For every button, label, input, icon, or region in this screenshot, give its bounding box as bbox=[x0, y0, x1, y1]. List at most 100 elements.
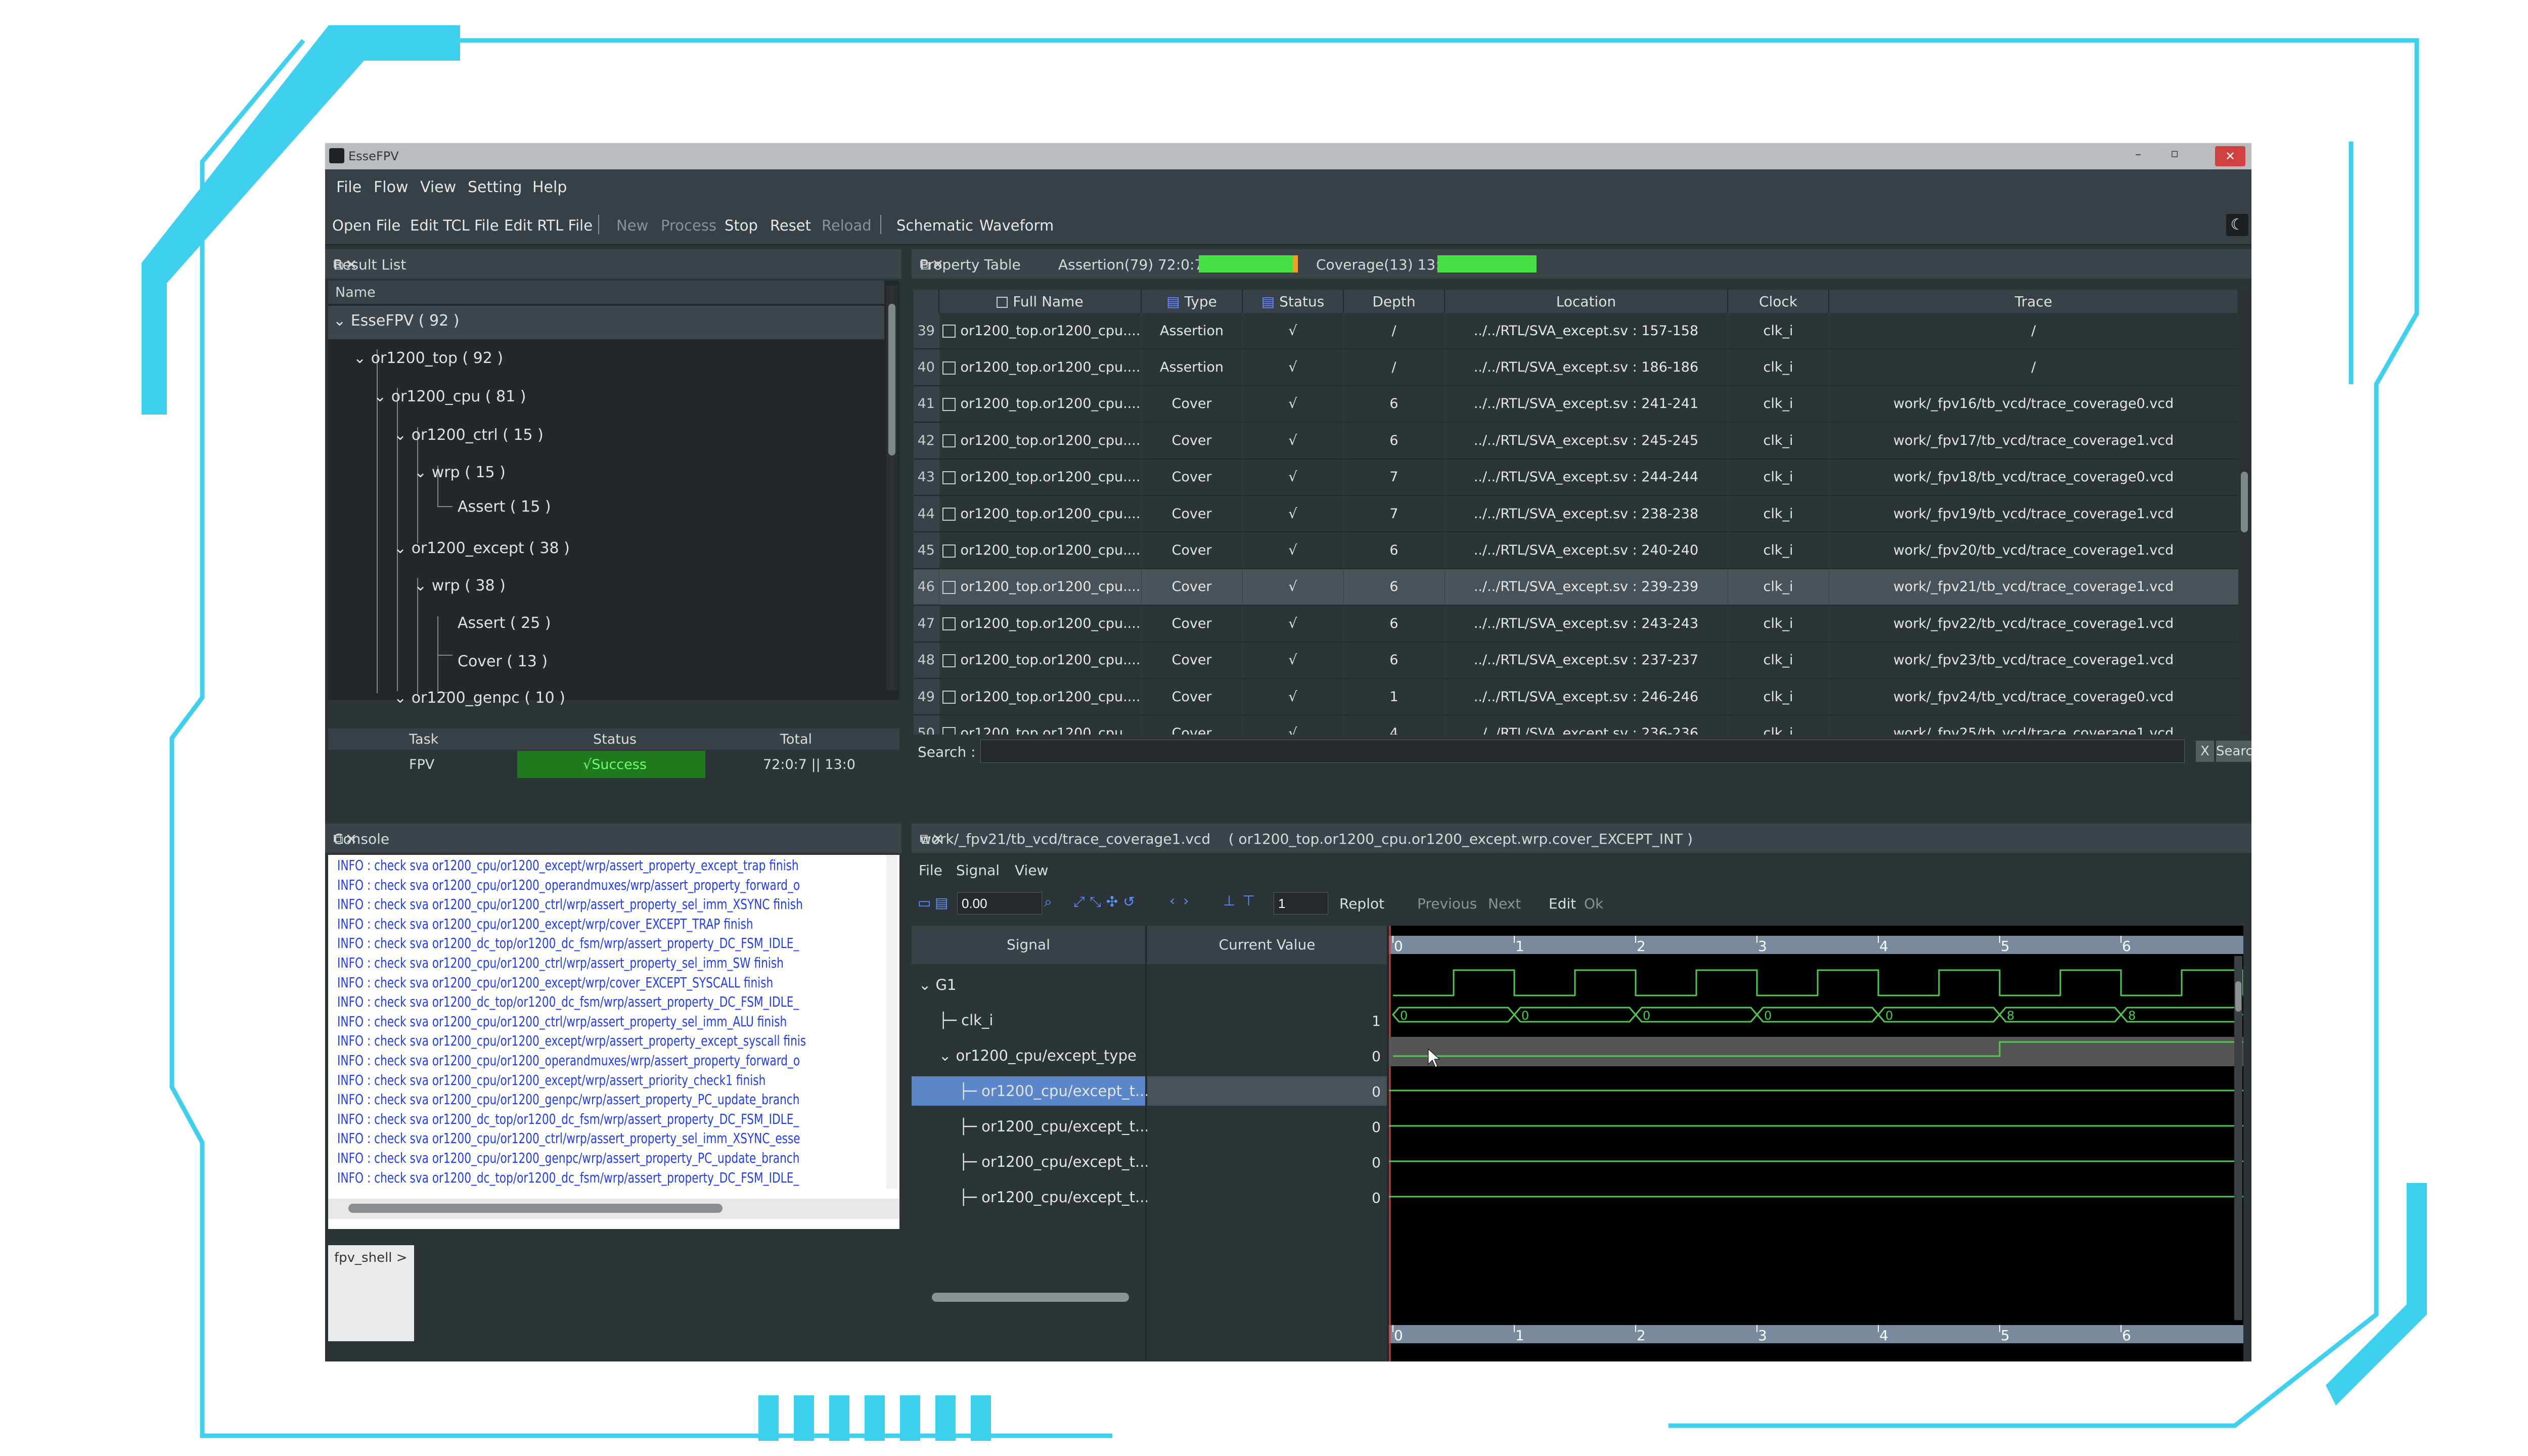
open-file-button[interactable]: Open File bbox=[332, 217, 400, 234]
chevron-down-icon[interactable]: ⌄ bbox=[919, 976, 931, 993]
type-header[interactable]: ▤ Type bbox=[1141, 290, 1243, 313]
tree-node[interactable]: ⌄ or1200_top ( 92 ) bbox=[353, 349, 503, 367]
filter-icon[interactable]: ▤ bbox=[1166, 293, 1180, 310]
signal-item[interactable]: ⌄ or1200_cpu/except_type bbox=[939, 1047, 1137, 1064]
console-scrollbar-h[interactable] bbox=[328, 1199, 899, 1219]
property-row[interactable]: 50 or1200_top.or1200_cpu.... Cover √ 4 ../../… bbox=[914, 715, 2238, 735]
property-row[interactable]: 42 or1200_top.or1200_cpu.... Cover √ 6 ../../… bbox=[914, 422, 2238, 460]
tree-node[interactable]: Assert ( 15 ) bbox=[458, 498, 551, 516]
tree-node[interactable]: ⌄ or1200_except ( 38 ) bbox=[394, 539, 570, 557]
signal-item[interactable]: ├─ or1200_cpu/except_t... bbox=[959, 1118, 1149, 1135]
checkbox-icon[interactable] bbox=[942, 397, 956, 411]
clock-header[interactable]: Clock bbox=[1728, 290, 1829, 313]
signal-item[interactable]: ├─ clk_i bbox=[939, 1012, 994, 1029]
signal-item[interactable]: ├─ or1200_cpu/except_t... bbox=[959, 1153, 1149, 1170]
depth-header[interactable]: Depth bbox=[1343, 290, 1445, 313]
chevron-down-icon[interactable]: ⌄ bbox=[394, 689, 407, 707]
chevron-down-icon[interactable]: ⌄ bbox=[414, 464, 427, 481]
property-row[interactable]: 39 or1200_top.or1200_cpu.... Assertion √ /..… bbox=[914, 313, 2238, 350]
signal-item[interactable]: ├─ or1200_cpu/except_t... bbox=[959, 1082, 1149, 1100]
signal-item[interactable]: ├─ or1200_cpu/except_t... bbox=[959, 1189, 1149, 1206]
wave-view[interactable]: 0 0 1 1 2 2 3 3 4 4 5 5 6 6 0 0 0 0 0 8 8 bbox=[1389, 926, 2243, 1361]
edit-tcl-file-button[interactable]: Edit TCL File bbox=[410, 217, 499, 234]
signal-scrollbar[interactable] bbox=[922, 1290, 1134, 1305]
tree-scroll-thumb[interactable] bbox=[888, 304, 895, 456]
property-row[interactable]: 49 or1200_top.or1200_cpu.... Cover √ 1 ../../… bbox=[914, 678, 2238, 716]
menu-flow[interactable]: Flow bbox=[374, 178, 408, 196]
property-table-scrollbar[interactable] bbox=[2239, 290, 2249, 735]
search-clear-button[interactable]: X bbox=[2196, 741, 2214, 762]
waveform-button[interactable]: Waveform bbox=[979, 217, 1054, 234]
time-input[interactable] bbox=[957, 892, 1042, 915]
previous-button[interactable]: Previous bbox=[1417, 895, 1477, 912]
console-scrollbar-v[interactable] bbox=[886, 855, 897, 1189]
close-button[interactable]: ✕ bbox=[2215, 146, 2245, 166]
tree-node[interactable]: ⌄ wrp ( 38 ) bbox=[414, 577, 506, 595]
signal-item[interactable]: ⌄ G1 bbox=[919, 976, 956, 993]
checkbox-icon[interactable] bbox=[942, 544, 956, 558]
checkbox-icon[interactable] bbox=[997, 296, 1008, 308]
reload-button[interactable]: Reload bbox=[822, 217, 872, 234]
tree-node[interactable]: ⌄ or1200_genpc ( 10 ) bbox=[394, 689, 565, 707]
property-row[interactable]: 46 or1200_top.or1200_cpu.... Cover √ 6 ../../… bbox=[914, 568, 2238, 606]
checkbox-icon[interactable] bbox=[942, 727, 956, 735]
tree-node[interactable]: ⌄ wrp ( 15 ) bbox=[414, 464, 506, 481]
chevron-down-icon[interactable]: ⌄ bbox=[939, 1047, 951, 1064]
location-header[interactable]: Location bbox=[1444, 290, 1728, 313]
chevron-down-icon[interactable]: ⌄ bbox=[394, 539, 407, 557]
checkbox-icon[interactable] bbox=[942, 617, 956, 631]
edit-rtl-file-button[interactable]: Edit RTL File bbox=[504, 217, 593, 234]
wave-menu-file[interactable]: File bbox=[919, 862, 942, 879]
dock-buttons-icon[interactable]: ⧉✕ bbox=[333, 256, 896, 274]
checkbox-icon[interactable] bbox=[942, 691, 956, 704]
cursor-tools-icon[interactable]: ⤢⤡✣↺ bbox=[1073, 893, 1140, 911]
property-row[interactable]: 43 or1200_top.or1200_cpu.... Cover √ 7 ../../… bbox=[914, 459, 2238, 496]
chevron-down-icon[interactable]: ⌄ bbox=[414, 577, 427, 595]
menu-view[interactable]: View bbox=[420, 178, 456, 196]
edit-button[interactable]: Edit bbox=[1549, 895, 1576, 912]
checkbox-icon[interactable] bbox=[942, 325, 956, 338]
property-row[interactable]: 40 or1200_top.or1200_cpu.... Assertion √ /..… bbox=[914, 349, 2238, 386]
dock-buttons-icon[interactable]: ⧉✕ bbox=[920, 831, 2246, 848]
chevron-down-icon[interactable]: ⌄ bbox=[394, 426, 407, 444]
tree-node[interactable]: ⌄ or1200_ctrl ( 15 ) bbox=[394, 426, 544, 444]
chevron-down-icon[interactable]: ⌄ bbox=[374, 388, 386, 405]
wave-menu-view[interactable]: View bbox=[1015, 862, 1048, 879]
replot-button[interactable]: Replot bbox=[1339, 895, 1384, 912]
wave-canvas[interactable]: 0 0 1 1 2 2 3 3 4 4 5 5 6 6 0 0 0 0 0 8 8 bbox=[1389, 926, 2243, 1361]
save-icon[interactable]: ▤ bbox=[935, 894, 948, 911]
menu-setting[interactable]: Setting bbox=[468, 178, 522, 196]
tree-node[interactable]: ⌄ or1200_cpu ( 81 ) bbox=[374, 388, 526, 405]
dock-buttons-icon[interactable]: ⧉✕ bbox=[333, 831, 896, 848]
checkbox-icon[interactable] bbox=[942, 580, 956, 594]
checkbox-icon[interactable] bbox=[942, 434, 956, 448]
nav-arrows-icon[interactable]: ‹› bbox=[1169, 892, 1197, 909]
minimize-button[interactable]: – bbox=[2135, 147, 2141, 161]
menu-file[interactable]: File bbox=[336, 178, 362, 196]
tree-node[interactable]: Assert ( 25 ) bbox=[458, 614, 551, 632]
trace-header[interactable]: Trace bbox=[1829, 290, 2238, 313]
chevron-down-icon[interactable]: ⌄ bbox=[333, 312, 346, 330]
checkbox-icon[interactable] bbox=[942, 508, 956, 521]
property-row[interactable]: 47 or1200_top.or1200_cpu.... Cover √ 6 ../../… bbox=[914, 605, 2238, 643]
schematic-button[interactable]: Schematic bbox=[896, 217, 973, 234]
next-button[interactable]: Next bbox=[1488, 895, 1521, 912]
stop-button[interactable]: Stop bbox=[725, 217, 758, 234]
property-row[interactable]: 48 or1200_top.or1200_cpu.... Cover √ 6 ../../… bbox=[914, 642, 2238, 679]
tree-node[interactable]: Cover ( 13 ) bbox=[458, 653, 548, 670]
zoom-icon[interactable]: ⌕ bbox=[1044, 893, 1052, 911]
console-scroll-thumb[interactable] bbox=[348, 1204, 723, 1213]
tree-scrollbar[interactable] bbox=[886, 286, 897, 690]
reset-button[interactable]: Reset bbox=[770, 217, 811, 234]
checkbox-icon[interactable] bbox=[942, 471, 956, 484]
property-scroll-thumb[interactable] bbox=[2241, 472, 2248, 532]
menu-help[interactable]: Help bbox=[532, 178, 567, 196]
property-row[interactable]: 41 or1200_top.or1200_cpu.... Cover √ 6 ../../… bbox=[914, 385, 2238, 423]
task-row[interactable]: FPV √Success 72:0:7 || 13:0 bbox=[328, 751, 899, 778]
chevron-down-icon[interactable]: ⌄ bbox=[353, 349, 366, 367]
filter-icon[interactable]: ▤ bbox=[1261, 293, 1275, 310]
property-row[interactable]: 44 or1200_top.or1200_cpu.... Cover √ 7 ../../… bbox=[914, 495, 2238, 533]
marker-tools-icon[interactable]: ⊥⊤ bbox=[1223, 892, 1262, 909]
search-input[interactable] bbox=[980, 740, 2185, 763]
property-row[interactable]: 45 or1200_top.or1200_cpu.... Cover √ 6 ../../… bbox=[914, 532, 2238, 569]
